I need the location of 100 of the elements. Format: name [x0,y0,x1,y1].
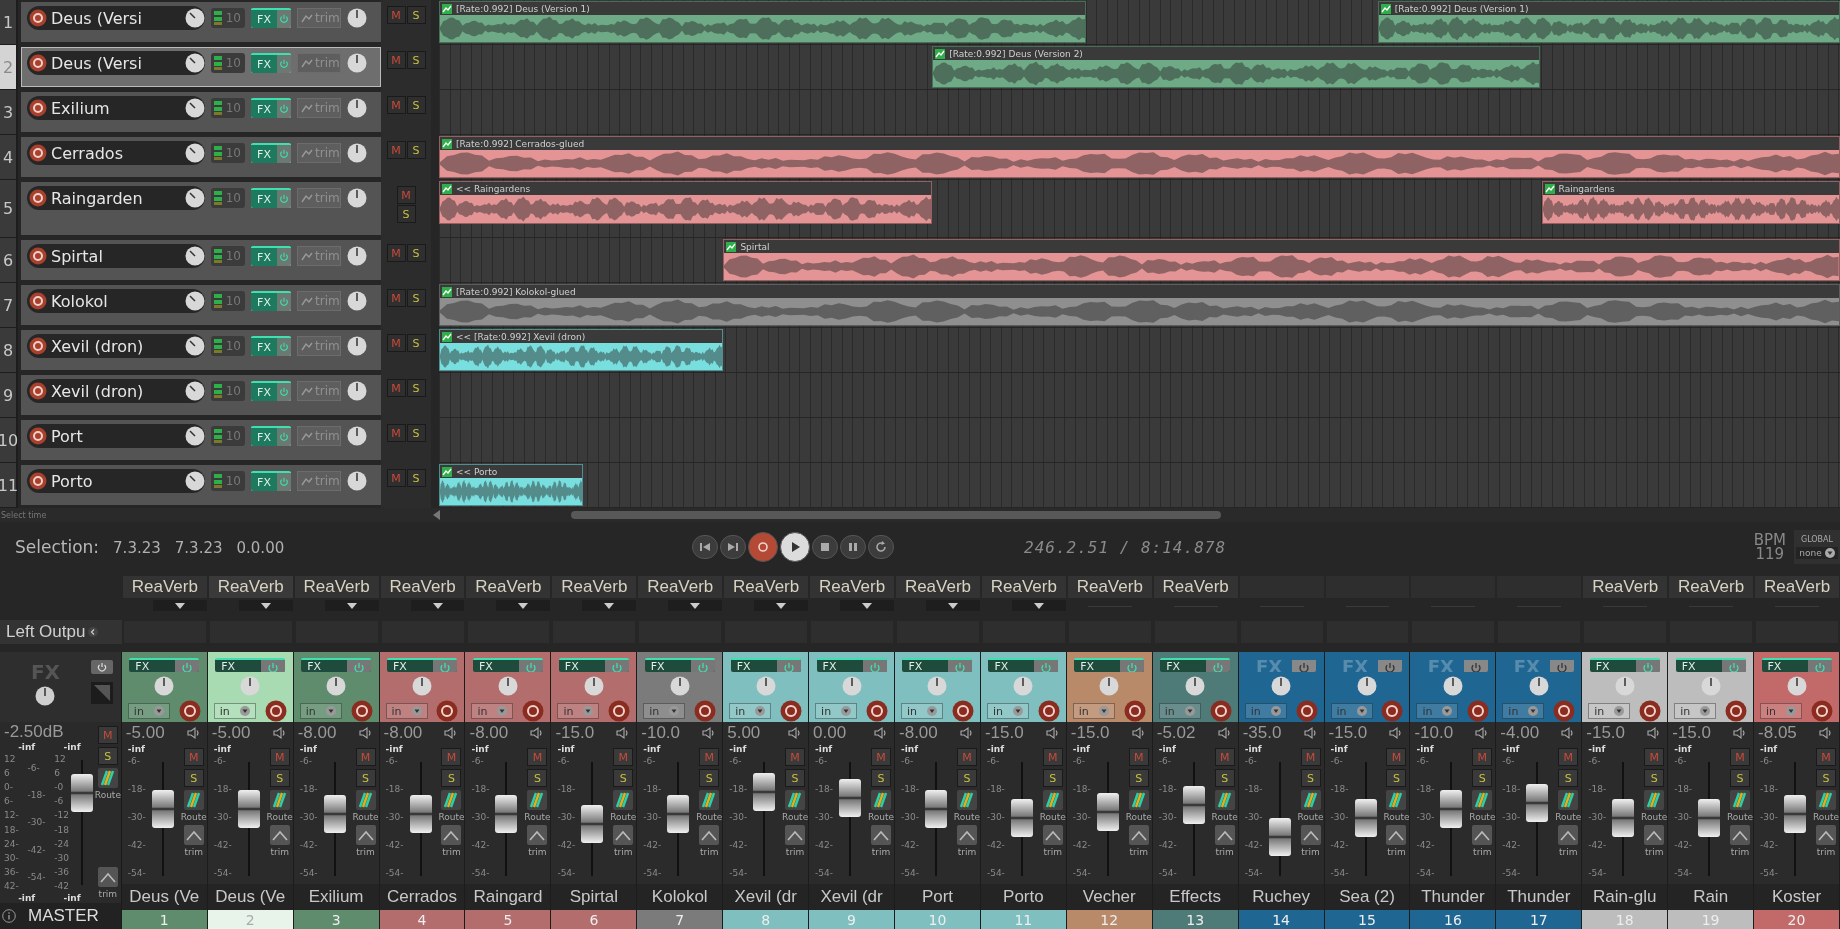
audio-clip[interactable]: << Raingardens [439,181,933,224]
record-arm-icon[interactable] [29,9,47,27]
solo-button[interactable]: S [1128,769,1149,787]
record-arm-icon[interactable] [29,292,47,310]
channel-name[interactable]: Xevil (dr [809,884,894,910]
fx-menu-button[interactable] [152,600,207,611]
pan-knob-icon[interactable] [154,676,175,696]
record-arm-icon[interactable] [866,700,888,722]
fader-thumb[interactable] [753,772,776,811]
speaker-icon[interactable] [788,726,803,740]
volume-knob-icon[interactable] [185,291,205,311]
record-arm-icon[interactable] [29,382,47,400]
track-name-field[interactable]: Deus (Versi [27,6,205,30]
volume-readout[interactable]: -10.0 [641,723,681,743]
fx-button[interactable]: FX [988,658,1059,672]
channel-number[interactable]: 7 [637,910,723,929]
solo-button[interactable]: S [1042,769,1063,787]
audio-clip[interactable]: [Rate:0.992] Deus (Version 1) [439,1,1087,43]
route-icon[interactable] [871,790,891,810]
pan-knob-icon[interactable] [1013,676,1034,696]
solo-button[interactable]: S [1214,769,1235,787]
mute-button[interactable]: M [386,141,406,159]
fader-thumb[interactable] [1612,798,1635,837]
selection-end[interactable]: 7.3.23 [174,539,223,557]
volume-readout[interactable]: -15.0 [555,723,595,743]
solo-button[interactable]: S [441,769,462,787]
solo-button[interactable]: S [406,6,426,24]
fx-button[interactable]: FX [251,98,291,118]
volume-readout[interactable]: -8.05 [1758,723,1797,743]
track-name-field[interactable]: Deus (Versi [27,51,205,75]
mute-button[interactable]: M [386,96,406,114]
pan-knob-icon[interactable] [347,381,367,401]
route-icon[interactable] [355,790,376,810]
pan-knob-icon[interactable] [347,98,367,118]
speaker-icon[interactable] [1217,726,1232,740]
go-to-start-button[interactable] [692,535,718,559]
solo-button[interactable]: S [613,769,634,787]
fx-insert-slot[interactable]: ReaVerb [1153,576,1238,598]
fader-thumb[interactable] [1784,795,1807,834]
play-button[interactable] [780,532,810,562]
channel-name[interactable]: Sea (2) [1324,884,1410,910]
volume-knob-icon[interactable] [185,8,205,28]
volume-knob-icon[interactable] [185,143,205,163]
pan-knob-icon[interactable] [347,426,367,446]
speaker-icon[interactable] [444,726,459,740]
volume-knob-icon[interactable] [185,426,205,446]
channel-number[interactable]: 20 [1754,910,1839,929]
route-icon[interactable] [1816,790,1836,810]
channel-number[interactable]: 3 [293,910,379,929]
volume-knob-icon[interactable] [185,381,205,401]
trim-envelope-icon[interactable] [1214,825,1235,845]
record-arm-icon[interactable] [29,472,47,490]
pan-knob-icon[interactable] [1099,676,1120,696]
channel-name[interactable]: Spirtal [551,884,637,910]
fader-thumb[interactable] [1182,786,1205,825]
volume-readout[interactable]: -10.0 [1414,723,1454,743]
channel-name[interactable]: Cerrados [379,884,465,910]
fx-button[interactable]: FX [251,426,291,446]
automation-mode-dropdown[interactable]: none [1796,547,1838,559]
input-dropdown[interactable]: in [815,703,858,719]
channel-name[interactable]: Vecher [1066,884,1152,910]
fx-insert-slot[interactable]: ReaVerb [552,576,637,598]
input-dropdown[interactable]: in [385,703,428,719]
envelope-icon[interactable] [442,286,452,297]
route-icon[interactable] [1042,790,1063,810]
route-icon[interactable] [1300,790,1321,810]
trim-envelope-icon[interactable] [97,867,118,887]
envelope-icon[interactable] [442,466,452,477]
fader-thumb[interactable] [237,789,260,828]
volume-readout[interactable]: -8.00 [469,723,509,743]
pan-knob-icon[interactable] [927,676,948,696]
solo-button[interactable]: S [97,747,118,765]
input-dropdown[interactable]: in [1072,703,1115,719]
record-button[interactable] [748,532,778,562]
envelope-icon[interactable] [726,241,737,252]
track-name-field[interactable]: Spirtal [27,244,205,268]
route-icon[interactable] [1128,790,1149,810]
mute-button[interactable]: M [386,379,406,397]
route-icon[interactable] [441,790,462,810]
envelope-icon[interactable] [442,3,452,14]
pan-knob-icon[interactable] [1357,676,1377,696]
volume-readout[interactable]: -8.00 [899,723,938,743]
fx-insert-slot[interactable]: ReaVerb [810,576,894,598]
volume-readout[interactable]: -15.0 [1586,723,1625,743]
record-arm-icon[interactable] [178,700,201,722]
audio-clip[interactable]: [Rate:0.992] Cerrados-glued [439,136,1840,178]
record-arm-icon[interactable] [1295,700,1318,722]
solo-button[interactable]: S [406,141,426,159]
record-arm-icon[interactable] [1725,700,1748,722]
pan-knob-icon[interactable] [841,676,862,696]
record-arm-icon[interactable] [29,247,47,265]
envelope-icon[interactable] [442,138,452,149]
trim-envelope-icon[interactable] [1300,825,1321,845]
volume-knob-icon[interactable] [185,336,205,356]
solo-button[interactable]: S [1558,769,1579,787]
pan-knob-icon[interactable] [347,188,367,208]
solo-button[interactable]: S [699,769,720,787]
input-dropdown[interactable]: in [1330,703,1373,719]
pan-knob-icon[interactable] [35,686,56,706]
envelope-icon[interactable] [1380,3,1391,14]
